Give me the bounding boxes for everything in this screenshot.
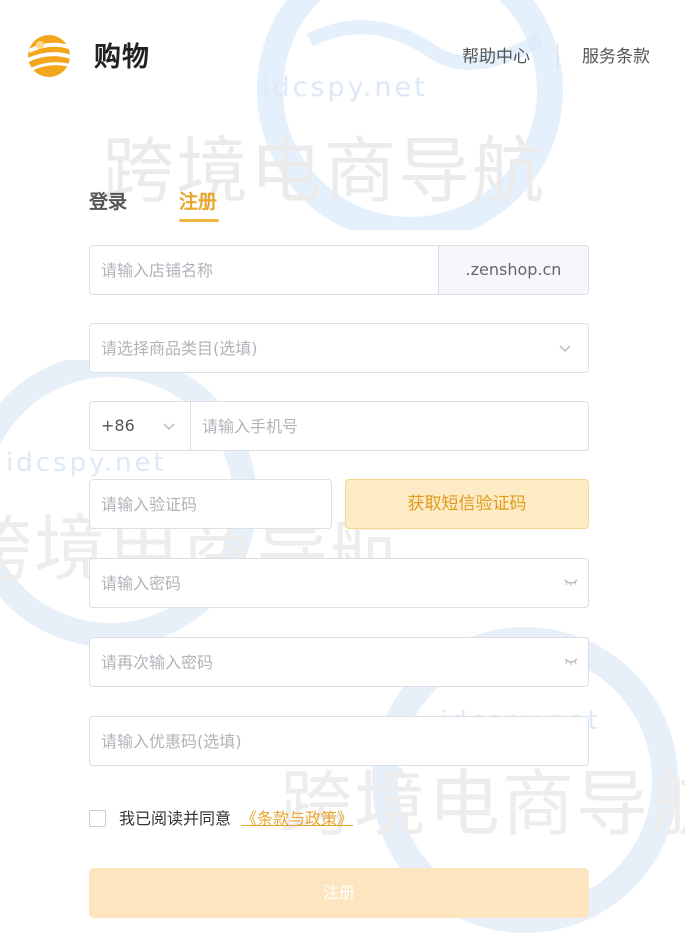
agreement-text: 我已阅读并同意 xyxy=(119,809,232,828)
brand-logo-icon xyxy=(27,35,72,77)
help-center-link[interactable]: 帮助中心 xyxy=(462,44,530,70)
chevron-down-icon xyxy=(559,345,571,353)
store-name-field: .zenshop.cn xyxy=(89,245,589,295)
sms-code-input[interactable] xyxy=(90,480,331,528)
terms-of-service-link[interactable]: 服务条款 xyxy=(582,44,650,70)
confirm-password-input[interactable] xyxy=(90,638,550,686)
category-select[interactable] xyxy=(89,323,589,373)
terms-policy-link[interactable]: 《条款与政策》 xyxy=(241,807,353,831)
brand-name: 购物 xyxy=(94,42,150,73)
phone-input[interactable] xyxy=(191,402,588,450)
agreement-checkbox[interactable] xyxy=(89,810,106,827)
password-field xyxy=(89,558,589,608)
page-header: 购物 帮助中心 服务条款 xyxy=(0,0,685,112)
category-select-input[interactable] xyxy=(90,324,530,372)
phone-field: +86 xyxy=(89,401,589,451)
chevron-down-icon xyxy=(163,423,175,431)
eye-closed-icon[interactable] xyxy=(564,578,578,588)
coupon-field xyxy=(89,716,589,766)
tab-login[interactable]: 登录 xyxy=(89,188,127,216)
sms-code-field xyxy=(89,479,332,529)
store-domain-suffix: .zenshop.cn xyxy=(438,246,588,294)
store-name-input[interactable] xyxy=(90,246,438,294)
country-code-value: +86 xyxy=(101,416,135,435)
tab-register[interactable]: 注册 xyxy=(179,188,217,216)
active-tab-indicator xyxy=(179,219,219,222)
coupon-input[interactable] xyxy=(90,717,588,765)
watermark-text-top: 跨境电商导航 xyxy=(102,129,547,213)
eye-closed-icon[interactable] xyxy=(564,657,578,667)
watermark-domain-middle: idcspy.net xyxy=(6,448,167,478)
register-submit-button[interactable]: 注册 xyxy=(89,868,589,918)
header-divider xyxy=(557,44,558,68)
get-sms-code-button[interactable]: 获取短信验证码 xyxy=(345,479,589,529)
password-input[interactable] xyxy=(90,559,550,607)
country-code-select[interactable]: +86 xyxy=(90,402,191,450)
confirm-password-field xyxy=(89,637,589,687)
